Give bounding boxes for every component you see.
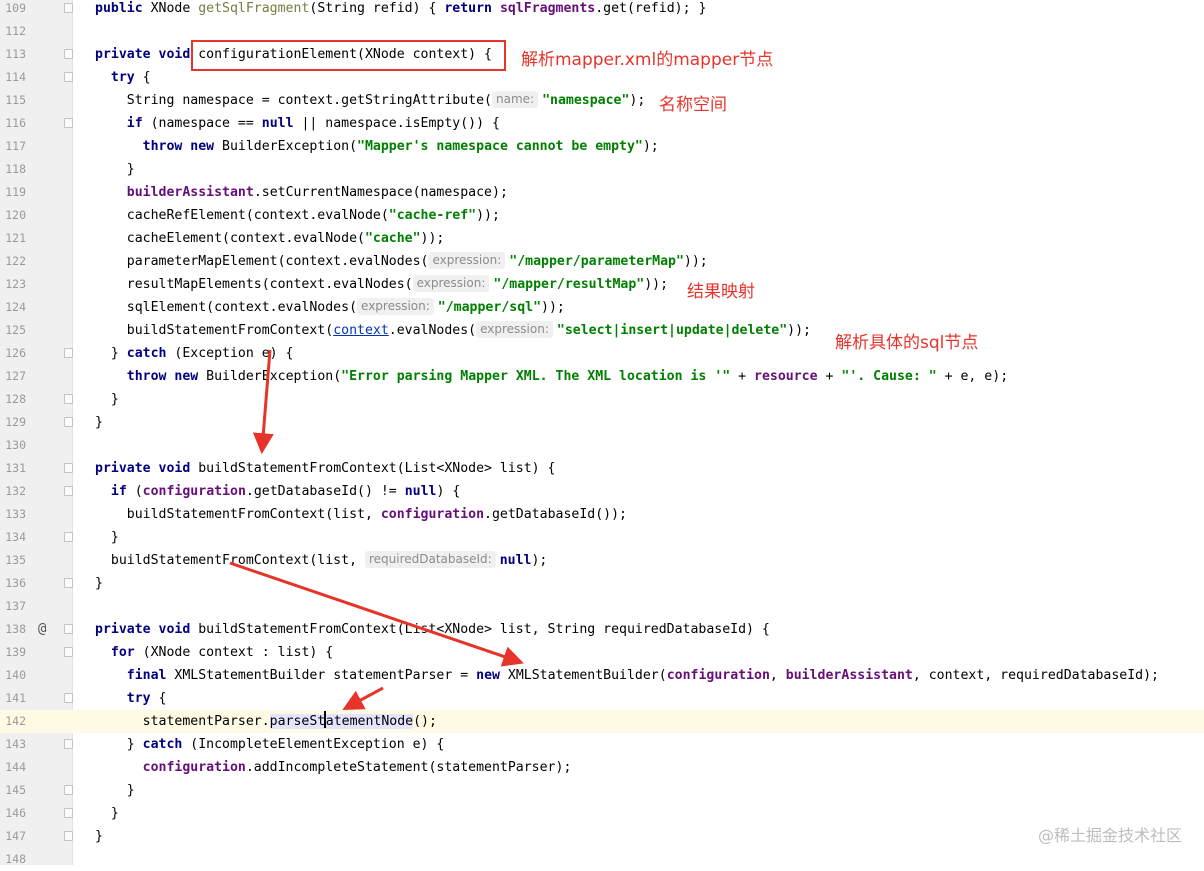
watermark: @稀土掘金技术社区 <box>1037 826 1182 845</box>
arrow-to-build-statement <box>252 349 274 455</box>
arrow-to-parse-statement-node <box>342 686 384 710</box>
annotation-arrows <box>229 349 524 710</box>
arrow-to-xml-statement-builder <box>229 561 524 667</box>
